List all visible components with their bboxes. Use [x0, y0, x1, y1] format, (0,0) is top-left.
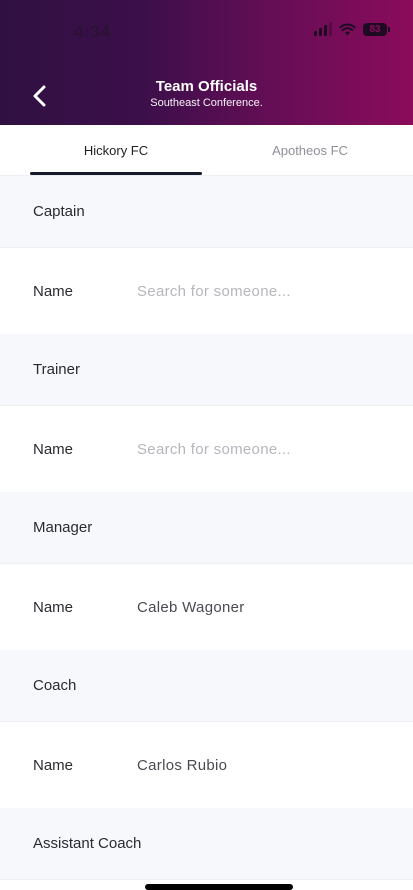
coach-name-field[interactable] — [137, 756, 377, 774]
officials-list: Captain Name Trainer Name Manager Name C… — [0, 176, 413, 880]
captain-name-row: Name — [0, 248, 413, 334]
home-indicator — [145, 884, 293, 890]
trainer-search-input[interactable] — [137, 440, 377, 458]
trainer-name-label: Name — [33, 440, 74, 458]
status-icons: 83 — [314, 22, 390, 36]
page-subtitle: Southeast Conference. — [150, 97, 263, 109]
captain-search-input[interactable] — [137, 282, 377, 300]
coach-name-label: Name — [33, 756, 74, 774]
active-tab-indicator — [30, 172, 202, 175]
trainer-name-row: Name — [0, 406, 413, 492]
section-header-captain: Captain — [0, 176, 413, 248]
battery-icon: 83 — [363, 22, 390, 36]
manager-name-label: Name — [33, 598, 74, 616]
manager-name-row: Name — [0, 564, 413, 650]
captain-name-label: Name — [33, 282, 74, 300]
section-header-coach: Coach — [0, 650, 413, 722]
signal-icon — [314, 22, 332, 36]
manager-name-field[interactable] — [137, 598, 377, 616]
tab-hickory-fc[interactable]: Hickory FC — [30, 125, 202, 175]
page-title: Team Officials — [155, 78, 258, 95]
app-header: 4:34 83 Team Officials Southeast Confere… — [0, 0, 413, 125]
tab-apotheos-fc[interactable]: Apotheos FC — [240, 125, 380, 175]
wifi-icon — [339, 22, 356, 36]
section-header-trainer: Trainer — [0, 334, 413, 406]
coach-name-row: Name — [0, 722, 413, 808]
status-time: 4:34 — [74, 22, 111, 41]
section-header-manager: Manager — [0, 492, 413, 564]
header-title-block: Team Officials Southeast Conference. — [0, 78, 413, 110]
team-tabs: Hickory FC Apotheos FC — [0, 125, 413, 176]
section-header-assistant-coach: Assistant Coach — [0, 808, 413, 880]
